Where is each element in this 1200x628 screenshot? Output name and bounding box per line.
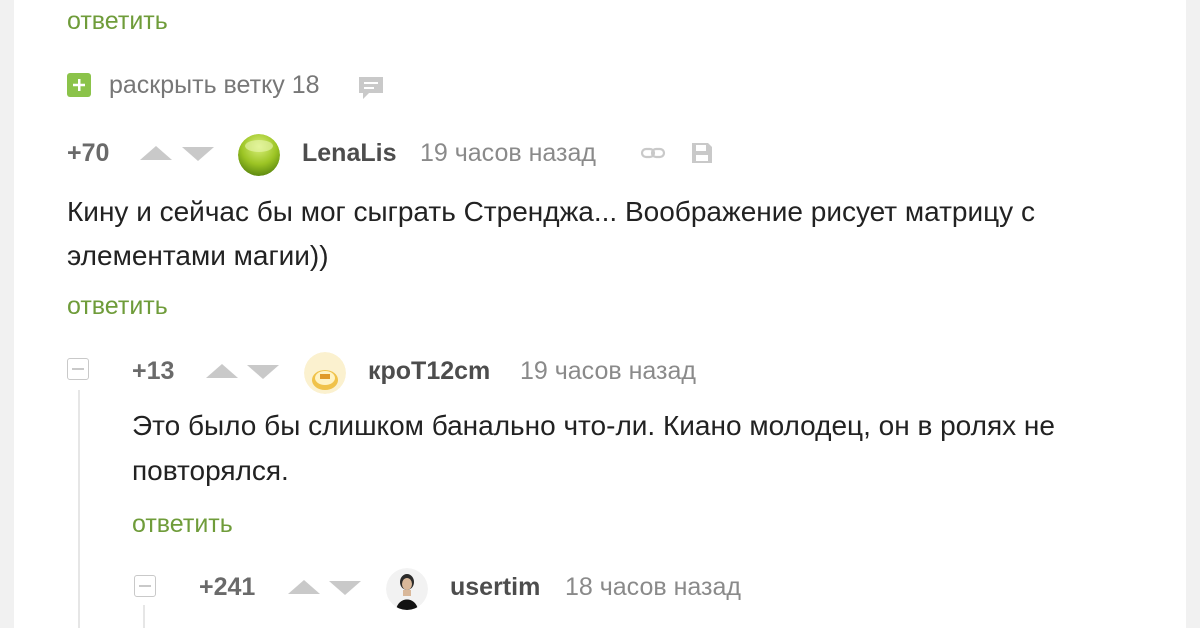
username[interactable]: usertim bbox=[450, 572, 540, 602]
username[interactable]: кроТ12cm bbox=[368, 356, 490, 386]
avatar[interactable] bbox=[386, 568, 428, 610]
comment-time[interactable]: 18 часов назад bbox=[565, 572, 741, 602]
collapse-thread-button[interactable] bbox=[67, 358, 89, 380]
comment-rating: +241 bbox=[199, 573, 256, 601]
comment: +70 LenaLis 19 часов назад Кину и сейчас… bbox=[67, 134, 1167, 328]
save-icon[interactable] bbox=[691, 142, 713, 169]
vote-up-button[interactable] bbox=[140, 146, 172, 160]
avatar[interactable] bbox=[238, 134, 280, 176]
link-icon[interactable] bbox=[640, 143, 666, 168]
thread-line[interactable] bbox=[143, 605, 145, 628]
reply-link[interactable]: ответить bbox=[67, 6, 168, 36]
reply-link[interactable]: ответить bbox=[67, 291, 168, 321]
vote-down-button[interactable] bbox=[329, 581, 361, 595]
avatar[interactable] bbox=[304, 352, 346, 394]
comment-text-line: Это было бы слишком банально что-ли. Киа… bbox=[132, 410, 1055, 441]
comment: +241 usertim 18 часов назад bbox=[199, 568, 1179, 628]
comment-text-line: элементами магии)) bbox=[67, 240, 329, 271]
comment-rating: +70 bbox=[67, 139, 110, 167]
comment-icon bbox=[357, 75, 385, 106]
vote-down-button[interactable] bbox=[247, 365, 279, 379]
vote-up-button[interactable] bbox=[206, 364, 238, 378]
vote-up-button[interactable] bbox=[288, 580, 320, 594]
comment-time[interactable]: 19 часов назад bbox=[520, 356, 696, 386]
collapse-thread-button[interactable] bbox=[134, 575, 156, 597]
comment-rating: +13 bbox=[132, 357, 175, 385]
vote-down-button[interactable] bbox=[182, 147, 214, 161]
reply-link[interactable]: ответить bbox=[132, 509, 233, 539]
expand-thread-button[interactable]: раскрыть ветку 18 bbox=[67, 70, 407, 104]
comments-panel: ответить раскрыть ветку 18 +70 LenaLis 1… bbox=[14, 0, 1186, 628]
comment-time[interactable]: 19 часов назад bbox=[420, 138, 596, 168]
comment-text-line: Кину и сейчас бы мог сыграть Стренджа...… bbox=[67, 196, 1035, 227]
thread-line[interactable] bbox=[78, 390, 80, 628]
comment: +13 кроТ12cm 19 часов назад Это было бы … bbox=[132, 352, 1182, 546]
username[interactable]: LenaLis bbox=[302, 138, 396, 168]
comment-text-line: повторялся. bbox=[132, 455, 289, 486]
expand-thread-label: раскрыть ветку 18 bbox=[109, 71, 320, 99]
plus-icon bbox=[67, 73, 91, 97]
